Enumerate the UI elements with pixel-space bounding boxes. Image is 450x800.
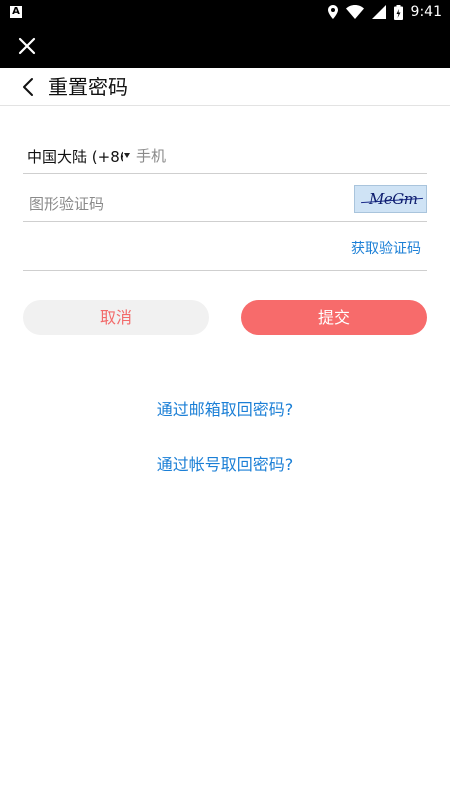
phone-input[interactable] <box>136 144 416 168</box>
country-code-select[interactable]: 中国大陆 (+86) <box>27 146 123 167</box>
status-bar: A 9:41 <box>0 0 450 24</box>
status-icons: 9:41 <box>327 3 442 21</box>
captcha-field-row: MeGm <box>23 182 427 222</box>
battery-icon <box>393 4 403 20</box>
window-bar <box>0 24 450 68</box>
page-header: 重置密码 <box>0 68 450 106</box>
back-arrow-icon[interactable] <box>18 76 40 98</box>
get-code-button[interactable]: 获取验证码 <box>351 238 421 258</box>
cancel-button[interactable]: 取消 <box>23 300 209 335</box>
captcha-input[interactable] <box>29 192 329 216</box>
captcha-image[interactable]: MeGm <box>354 185 427 213</box>
app-notification-icon: A <box>10 6 22 18</box>
phone-field-row: 中国大陆 (+86) <box>23 138 427 174</box>
signal-icon <box>371 5 386 19</box>
page-title: 重置密码 <box>48 75 128 99</box>
verification-code-row: 获取验证码 <box>23 228 427 271</box>
status-time: 9:41 <box>410 4 442 20</box>
close-icon[interactable] <box>14 33 40 59</box>
recover-via-account-link[interactable]: 通过帐号取回密码? <box>0 451 450 475</box>
recover-via-email-link[interactable]: 通过邮箱取回密码? <box>0 396 450 420</box>
wifi-icon <box>345 5 364 19</box>
submit-button[interactable]: 提交 <box>241 300 427 335</box>
captcha-text: MeGm <box>369 190 418 208</box>
location-icon <box>327 5 338 19</box>
chevron-down-icon[interactable] <box>124 153 130 158</box>
